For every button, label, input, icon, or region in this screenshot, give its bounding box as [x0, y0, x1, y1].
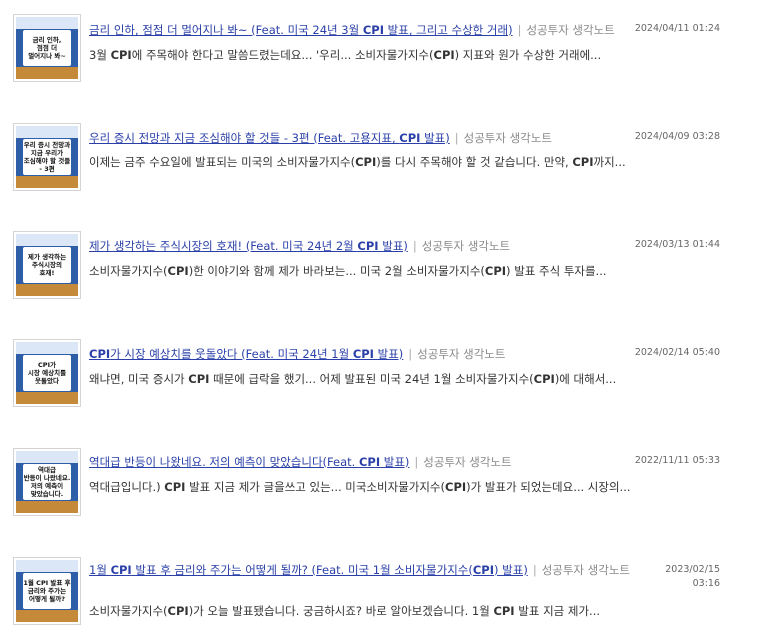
- thumbnail-footer-band: [16, 610, 78, 622]
- thumbnail-footer-band: [16, 176, 78, 188]
- blog-name[interactable]: 성공투자 생각노트: [464, 131, 552, 145]
- post-thumbnail[interactable]: 1월 CPI 발표 후 금리와 주가는 어떻게 될까?: [13, 557, 81, 625]
- separator: |: [412, 239, 417, 253]
- post-date: 2024/04/09 03:28: [634, 131, 720, 142]
- list-item: 금리 인하, 점점 더 멀어지나 봐~ 금리 인하, 점점 더 멀어지나 봐~ …: [0, 14, 773, 94]
- thumbnail-image: CPI가 시장 예상치를 웃돌았다: [16, 342, 78, 404]
- separator: |: [454, 131, 459, 145]
- list-item: 역대급 반등이 나왔네요. 저의 예측이 맞았습니다. 역대급 반등이 나왔네요…: [0, 448, 773, 528]
- title-row: 1월 CPI 발표 후 금리와 주가는 어떻게 될까? (Feat. 미국 1월…: [89, 561, 634, 579]
- blog-name[interactable]: 성공투자 생각노트: [423, 455, 511, 469]
- separator: |: [414, 455, 419, 469]
- thumbnail-image: 1월 CPI 발표 후 금리와 주가는 어떻게 될까?: [16, 560, 78, 622]
- blog-name[interactable]: 성공투자 생각노트: [417, 347, 505, 361]
- post-thumbnail[interactable]: 우리 증시 전망과 지금 우리가 조심해야 할 것들 - 3편: [13, 123, 81, 191]
- thumbnail-header-band: [16, 126, 78, 138]
- list-item: 우리 증시 전망과 지금 우리가 조심해야 할 것들 - 3편 우리 증시 전망…: [0, 123, 773, 203]
- post-snippet: 소비자물가지수(CPI)가 오늘 발표됐습니다. 궁금하시죠? 바로 알아보겠습…: [89, 604, 601, 618]
- list-item: 1월 CPI 발표 후 금리와 주가는 어떻게 될까? 1월 CPI 발표 후 …: [0, 557, 773, 637]
- title-row: CPI가 시장 예상치를 웃돌았다 (Feat. 미국 24년 1월 CPI 발…: [89, 345, 505, 363]
- thumbnail-image: 제가 생각하는 주식시장의 호재!: [16, 234, 78, 296]
- post-title-link[interactable]: 우리 증시 전망과 지금 조심해야 할 것들 - 3편 (Feat. 고용지표,…: [89, 131, 450, 145]
- post-date: 2024/03/13 01:44: [634, 239, 720, 250]
- post-date: 2022/11/11 05:33: [634, 455, 720, 466]
- thumbnail-footer-band: [16, 501, 78, 513]
- post-snippet: 이제는 금주 수요일에 발표되는 미국의 소비자물가지수(CPI)를 다시 주목…: [89, 155, 626, 169]
- thumbnail-header-band: [16, 234, 78, 246]
- separator: |: [532, 563, 537, 577]
- thumbnail-header-band: [16, 451, 78, 463]
- thumbnail-header-band: [16, 560, 78, 572]
- title-row: 역대급 반등이 나왔네요. 저의 예측이 맞았습니다(Feat. CPI 발표)…: [89, 453, 512, 471]
- thumbnail-footer-band: [16, 392, 78, 404]
- post-thumbnail[interactable]: CPI가 시장 예상치를 웃돌았다: [13, 339, 81, 407]
- blog-name[interactable]: 성공투자 생각노트: [422, 239, 510, 253]
- post-snippet: 왜냐면, 미국 증시가 CPI 때문에 급락을 했기... 어제 발표된 미국 …: [89, 372, 617, 386]
- thumbnail-caption: 금리 인하, 점점 더 멀어지나 봐~: [23, 30, 71, 66]
- title-row: 우리 증시 전망과 지금 조심해야 할 것들 - 3편 (Feat. 고용지표,…: [89, 129, 552, 147]
- thumbnail-caption: 1월 CPI 발표 후 금리와 주가는 어떻게 될까?: [23, 573, 71, 609]
- post-snippet: 소비자물가지수(CPI)한 이야기와 함께 제가 바라보는... 미국 2월 소…: [89, 264, 607, 278]
- post-title-link[interactable]: 금리 인하, 점점 더 멀어지나 봐~ (Feat. 미국 24년 3월 CPI…: [89, 23, 513, 37]
- post-date: 2023/02/15 03:16: [665, 564, 720, 589]
- list-item: 제가 생각하는 주식시장의 호재! 제가 생각하는 주식시장의 호재! (Fea…: [0, 231, 773, 311]
- post-title-link[interactable]: 1월 CPI 발표 후 금리와 주가는 어떻게 될까? (Feat. 미국 1월…: [89, 563, 528, 577]
- thumbnail-caption: 우리 증시 전망과 지금 우리가 조심해야 할 것들 - 3편: [23, 139, 71, 175]
- thumbnail-image: 역대급 반등이 나왔네요. 저의 예측이 맞았습니다.: [16, 451, 78, 513]
- post-date: 2024/04/11 01:24: [634, 23, 720, 34]
- post-thumbnail[interactable]: 역대급 반등이 나왔네요. 저의 예측이 맞았습니다.: [13, 448, 81, 516]
- thumbnail-caption: CPI가 시장 예상치를 웃돌았다: [23, 355, 71, 391]
- separator: |: [517, 23, 522, 37]
- thumbnail-footer-band: [16, 67, 78, 79]
- thumbnail-image: 우리 증시 전망과 지금 우리가 조심해야 할 것들 - 3편: [16, 126, 78, 188]
- post-date: 2024/02/14 05:40: [634, 347, 720, 358]
- post-title-link[interactable]: 역대급 반등이 나왔네요. 저의 예측이 맞았습니다(Feat. CPI 발표): [89, 455, 409, 469]
- post-thumbnail[interactable]: 금리 인하, 점점 더 멀어지나 봐~: [13, 14, 81, 82]
- thumbnail-footer-band: [16, 284, 78, 296]
- post-title-link[interactable]: CPI가 시장 예상치를 웃돌았다 (Feat. 미국 24년 1월 CPI 발…: [89, 347, 403, 361]
- list-item: CPI가 시장 예상치를 웃돌았다 CPI가 시장 예상치를 웃돌았다 (Fea…: [0, 339, 773, 419]
- thumbnail-caption: 역대급 반등이 나왔네요. 저의 예측이 맞았습니다.: [23, 464, 71, 500]
- blog-name[interactable]: 성공투자 생각노트: [542, 563, 630, 577]
- post-thumbnail[interactable]: 제가 생각하는 주식시장의 호재!: [13, 231, 81, 299]
- post-snippet: 3월 CPI에 주목해야 한다고 말씀드렸는데요... '우리... 소비자물가…: [89, 48, 602, 62]
- thumbnail-caption: 제가 생각하는 주식시장의 호재!: [23, 247, 71, 283]
- title-row: 제가 생각하는 주식시장의 호재! (Feat. 미국 24년 2월 CPI 발…: [89, 237, 510, 255]
- title-row: 금리 인하, 점점 더 멀어지나 봐~ (Feat. 미국 24년 3월 CPI…: [89, 21, 615, 39]
- thumbnail-image: 금리 인하, 점점 더 멀어지나 봐~: [16, 17, 78, 79]
- post-snippet: 역대급입니다.) CPI 발표 지금 제가 글을쓰고 있는... 미국소비자물가…: [89, 480, 631, 494]
- separator: |: [408, 347, 413, 361]
- thumbnail-header-band: [16, 17, 78, 29]
- post-title-link[interactable]: 제가 생각하는 주식시장의 호재! (Feat. 미국 24년 2월 CPI 발…: [89, 239, 408, 253]
- thumbnail-header-band: [16, 342, 78, 354]
